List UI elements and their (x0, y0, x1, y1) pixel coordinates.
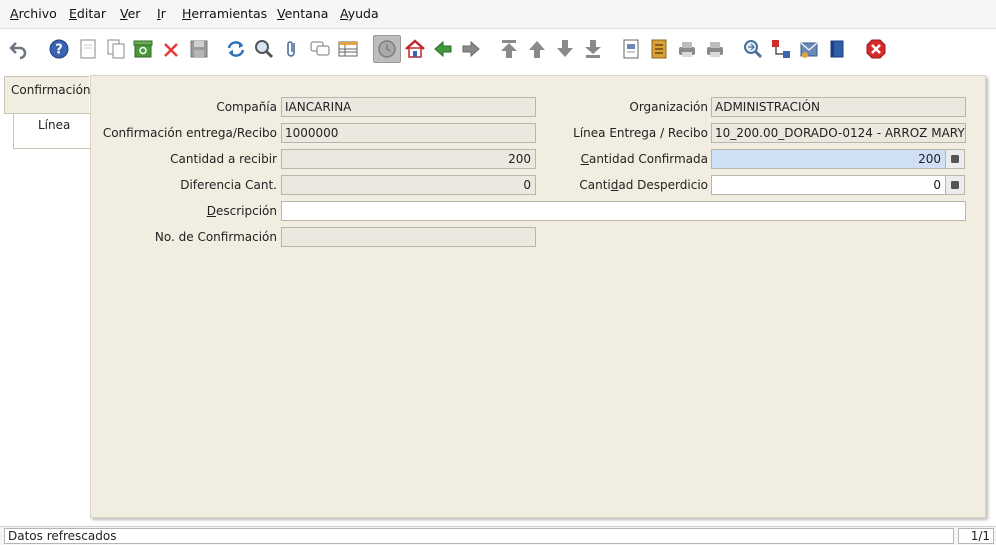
delete-record-icon[interactable] (159, 37, 183, 61)
cantidad-desperdicio-label: Cantidad Desperdicio (579, 178, 708, 192)
tab-linea-label: Línea (38, 118, 71, 132)
confirmacion-entrega-label: Confirmación entrega/Recibo (102, 126, 277, 140)
menu-bar: Archivo Editar Ver Ir Herramientas Venta… (0, 0, 996, 29)
status-bar: Datos refrescados 1/1 (0, 526, 996, 545)
descripcion-label: Descripción (206, 204, 277, 218)
menu-editar[interactable]: Editar (69, 6, 106, 21)
compania-field[interactable]: IANCARINA (281, 97, 536, 117)
refresh-icon[interactable] (224, 37, 248, 61)
diferencia-field[interactable]: 0 (281, 175, 536, 195)
calculator-icon (951, 181, 959, 189)
no-confirmacion-field[interactable] (281, 227, 536, 247)
exit-icon[interactable] (864, 37, 888, 61)
cantidad-recibir-field[interactable]: 200 (281, 149, 536, 169)
delete-icon[interactable] (131, 37, 155, 61)
cantidad-confirmada-label: Cantidad Confirmada (580, 152, 708, 166)
chat-icon[interactable] (308, 37, 332, 61)
linea-entrega-label: Línea Entrega / Recibo (573, 126, 708, 140)
product-info-icon[interactable] (825, 37, 849, 61)
zoom-across-icon[interactable] (741, 37, 765, 61)
print-icon[interactable] (703, 37, 727, 61)
menu-ventana[interactable]: Ventana (277, 6, 328, 21)
tab-confirmacion[interactable]: Confirmación (4, 76, 91, 114)
cantidad-recibir-label: Cantidad a recibir (170, 152, 277, 166)
undo-icon[interactable] (7, 37, 31, 61)
linea-entrega-field[interactable]: 10_200.00_DORADO-0124 - ARROZ MARY (711, 123, 966, 143)
menu-herramientas[interactable]: Herramientas (182, 6, 267, 21)
calculator-icon (951, 155, 959, 163)
history-icon[interactable] (373, 35, 401, 63)
workflow-icon[interactable] (769, 37, 793, 61)
menu-ver[interactable]: Ver (120, 6, 140, 21)
svg-text:?: ? (55, 43, 63, 58)
home-icon[interactable] (403, 37, 427, 61)
new-icon[interactable] (76, 37, 100, 61)
menu-archivo[interactable]: Archivo (10, 6, 57, 21)
previous-record-icon[interactable] (525, 37, 549, 61)
cantidad-desperdicio-field[interactable]: 0 (711, 175, 946, 195)
last-record-icon[interactable] (581, 37, 605, 61)
record-counter[interactable]: 1/1 (958, 528, 994, 544)
calculator-button[interactable] (945, 149, 965, 169)
attachment-icon[interactable] (280, 37, 304, 61)
grid-toggle-icon[interactable] (336, 37, 360, 61)
request-icon[interactable] (797, 37, 821, 61)
cantidad-confirmada-field[interactable]: 200 (711, 149, 946, 169)
menu-ir[interactable]: Ir (157, 6, 166, 21)
next-record-icon[interactable] (553, 37, 577, 61)
organizacion-field[interactable]: ADMINISTRACIÓN (711, 97, 966, 117)
confirmacion-entrega-field[interactable]: 1000000 (281, 123, 536, 143)
back-icon[interactable] (431, 37, 455, 61)
toolbar: ? (0, 29, 996, 69)
forward-icon[interactable] (459, 37, 483, 61)
report-icon[interactable] (619, 37, 643, 61)
find-icon[interactable] (252, 37, 276, 61)
copy-icon[interactable] (104, 37, 128, 61)
save-icon[interactable] (187, 37, 211, 61)
menu-ayuda[interactable]: Ayuda (340, 6, 379, 21)
diferencia-label: Diferencia Cant. (180, 178, 277, 192)
first-record-icon[interactable] (497, 37, 521, 61)
help-icon[interactable]: ? (47, 37, 71, 61)
descripcion-field[interactable] (281, 201, 966, 221)
status-message: Datos refrescados (4, 528, 954, 544)
print-preview-icon[interactable] (675, 37, 699, 61)
no-confirmacion-label: No. de Confirmación (154, 230, 277, 244)
tab-confirmacion-label: Confirmación (11, 83, 91, 97)
calculator-button[interactable] (945, 175, 965, 195)
compania-label: Compañía (216, 100, 277, 114)
archive-icon[interactable] (647, 37, 671, 61)
organizacion-label: Organización (629, 100, 708, 114)
tab-linea[interactable]: Línea (13, 113, 90, 149)
